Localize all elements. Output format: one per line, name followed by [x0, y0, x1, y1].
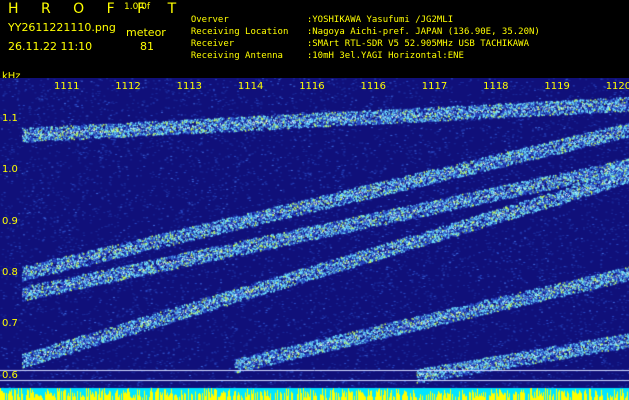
x-tick-label: 1119 — [544, 81, 570, 92]
y-tick-label: 0.9 — [2, 215, 18, 227]
x-tick-label: 1112 — [115, 81, 141, 92]
y-tick-label: 0.8 — [2, 267, 18, 279]
y-tick-label: 0.7 — [2, 318, 18, 330]
x-tick-label: 1111 — [54, 81, 80, 92]
app-version: 1.0.0f — [124, 2, 151, 12]
antenna-key: Receiving Antenna — [190, 51, 283, 61]
x-tick-label: 1120 — [605, 81, 629, 92]
y-tick-label: 1.1 — [2, 113, 18, 125]
y-tick-label: 0.6 — [2, 369, 18, 381]
y-tick-label: 1.0 — [2, 164, 18, 176]
meteor-label: meteor — [126, 26, 166, 39]
x-tick-label: 1116 — [299, 81, 325, 92]
date-time: 26.11.22 11:10 — [8, 40, 93, 53]
antenna-value: :10mH 3el.YAGI Horizontal:ENE — [306, 51, 464, 61]
x-tick-label: 1117 — [421, 81, 448, 92]
app-title: H R O F F T — [8, 1, 186, 17]
antenna-row: Receiving Antenna :10mH 3el.YAGI Horizont… — [180, 43, 464, 61]
file-name: YY2611221110.png — [8, 21, 116, 34]
x-tick-label: 1118 — [483, 81, 509, 92]
x-tick-label: 1114 — [237, 81, 264, 92]
x-tick-label: 1113 — [176, 81, 203, 92]
spectrogram — [0, 78, 629, 400]
x-tick-label: 1116 — [360, 81, 386, 92]
meteor-count: 81 — [140, 40, 154, 53]
